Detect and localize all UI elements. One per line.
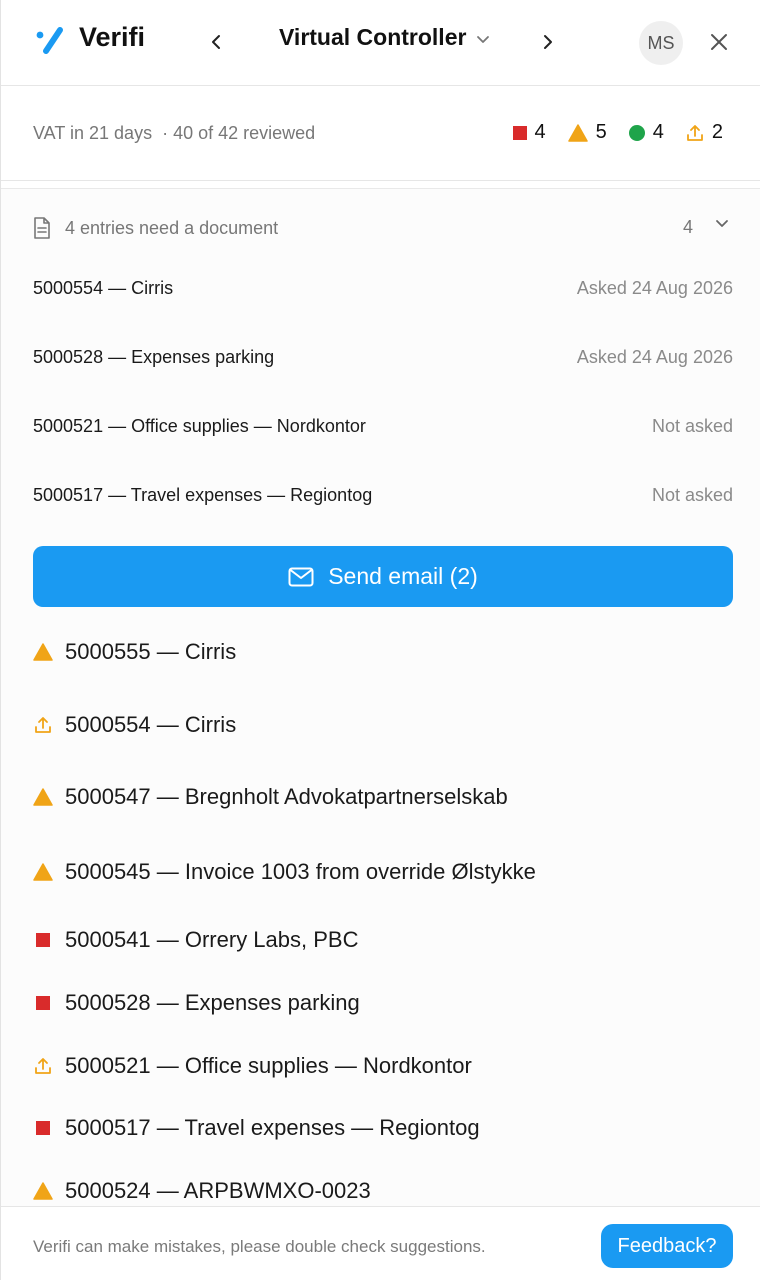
document-request-row[interactable]: 5000554 — Cirris Asked 24 Aug 2026 [33,273,733,303]
next-button[interactable] [533,28,561,56]
disclaimer-text: Verifi can make mistakes, please double … [33,1237,486,1256]
issue-row[interactable]: 5000545 — Invoice 1003 from override Øls… [33,855,733,889]
warning-count[interactable]: 5 [567,121,607,144]
chevron-down-icon [477,35,490,43]
error-count[interactable]: 4 [512,121,546,144]
documents-needed-label: 4 entries need a document [65,217,279,238]
chevron-left-icon [212,35,220,49]
status-counts: 4 5 4 2 [491,121,723,144]
document-request-status: Asked 24 Aug 2026 [576,346,733,367]
upload-count[interactable]: 2 [686,121,723,144]
document-request-row[interactable]: 5000528 — Expenses parking Asked 24 Aug … [33,342,733,372]
footer: Verifi can make mistakes, please double … [1,1206,760,1280]
document-request-entry: 5000521 — Office supplies — Nordkontor [33,415,366,436]
ok-circle-icon [628,124,645,141]
issue-label: 5000555 — Cirris [65,639,237,664]
issue-label: 5000547 — Bregnholt Advokatpartnerselska… [65,784,508,809]
header: Verifi Virtual Controller MS [1,0,760,86]
vat-deadline: VAT in 21 days [33,123,153,143]
error-square-icon [36,996,50,1010]
document-request-status: Asked 24 Aug 2026 [576,277,733,298]
feedback-button[interactable]: Feedback? [601,1224,733,1268]
send-email-label: Send email (2) [328,563,478,589]
status-bar: VAT in 21 days · 40 of 42 reviewed 4 5 4… [1,87,760,181]
error-square-icon [36,933,50,947]
documents-needed-count: 4 [682,217,693,237]
warning-icon [33,863,53,881]
review-progress: · 40 of 42 reviewed [162,123,316,143]
error-count-value: 4 [534,121,546,143]
avatar[interactable]: MS [639,21,683,65]
issue-row[interactable]: 5000547 — Bregnholt Advokatpartnerselska… [33,780,733,814]
warning-icon [567,123,588,142]
issue-row[interactable]: 5000555 — Cirris [33,635,733,669]
documents-needed-header[interactable]: 4 entries need a document 4 [33,213,733,243]
document-request-entry: 5000554 — Cirris [33,277,174,298]
mail-icon [288,567,314,586]
ok-count[interactable]: 4 [628,121,664,144]
controller-selector[interactable]: Virtual Controller [279,24,490,51]
issue-row[interactable]: 5000524 — ARPBWMXO-0023 [33,1174,733,1206]
close-icon [711,34,727,50]
brand-name: Verifi [79,22,146,52]
close-button[interactable] [705,28,733,56]
virtual-controller-panel: Verifi Virtual Controller MS VAT in 21 d… [0,0,760,1280]
send-email-button[interactable]: Send email (2) [33,546,733,607]
issue-row[interactable]: 5000521 — Office supplies — Nordkontor [33,1049,733,1083]
issue-label: 5000554 — Cirris [65,712,237,737]
document-icon [34,217,50,239]
error-square-icon [512,125,527,140]
issue-label: 5000545 — Invoice 1003 from override Øls… [65,859,536,884]
upload-icon [35,717,51,733]
chevron-down-icon [716,220,728,227]
vat-status: VAT in 21 days · 40 of 42 reviewed [33,123,315,144]
document-request-row[interactable]: 5000517 — Travel expenses — Regiontog No… [33,480,733,510]
document-request-status: Not asked [651,415,733,436]
previous-button[interactable] [203,28,231,56]
document-request-entry: 5000517 — Travel expenses — Regiontog [33,484,373,505]
issue-row[interactable]: 5000528 — Expenses parking [33,986,733,1020]
ok-count-value: 4 [652,121,664,143]
issue-label: 5000528 — Expenses parking [65,990,360,1015]
upload-count-value: 2 [711,121,723,143]
warning-icon [33,643,53,661]
warning-icon [33,1182,53,1200]
page-title: Virtual Controller [279,24,467,50]
document-request-row[interactable]: 5000521 — Office supplies — Nordkontor N… [33,411,733,441]
upload-icon [686,124,703,141]
issue-label: 5000541 — Orrery Labs, PBC [65,927,359,952]
review-list[interactable]: 4 entries need a document 4 5000554 — Ci… [1,189,760,1206]
upload-icon [35,1058,51,1074]
issue-row[interactable]: 5000541 — Orrery Labs, PBC [33,923,733,957]
error-square-icon [36,1121,50,1135]
verifi-logo-icon [36,27,63,54]
warning-count-value: 5 [595,121,607,143]
issue-row[interactable]: 5000554 — Cirris [33,708,733,742]
issue-label: 5000521 — Office supplies — Nordkontor [65,1053,472,1078]
issue-row[interactable]: 5000517 — Travel expenses — Regiontog [33,1111,733,1145]
issue-label: 5000517 — Travel expenses — Regiontog [65,1115,480,1140]
issue-label: 5000524 — ARPBWMXO-0023 [65,1178,371,1203]
document-request-status: Not asked [651,484,733,505]
chevron-right-icon [544,35,552,49]
warning-icon [33,788,53,806]
document-request-entry: 5000528 — Expenses parking [33,346,275,367]
